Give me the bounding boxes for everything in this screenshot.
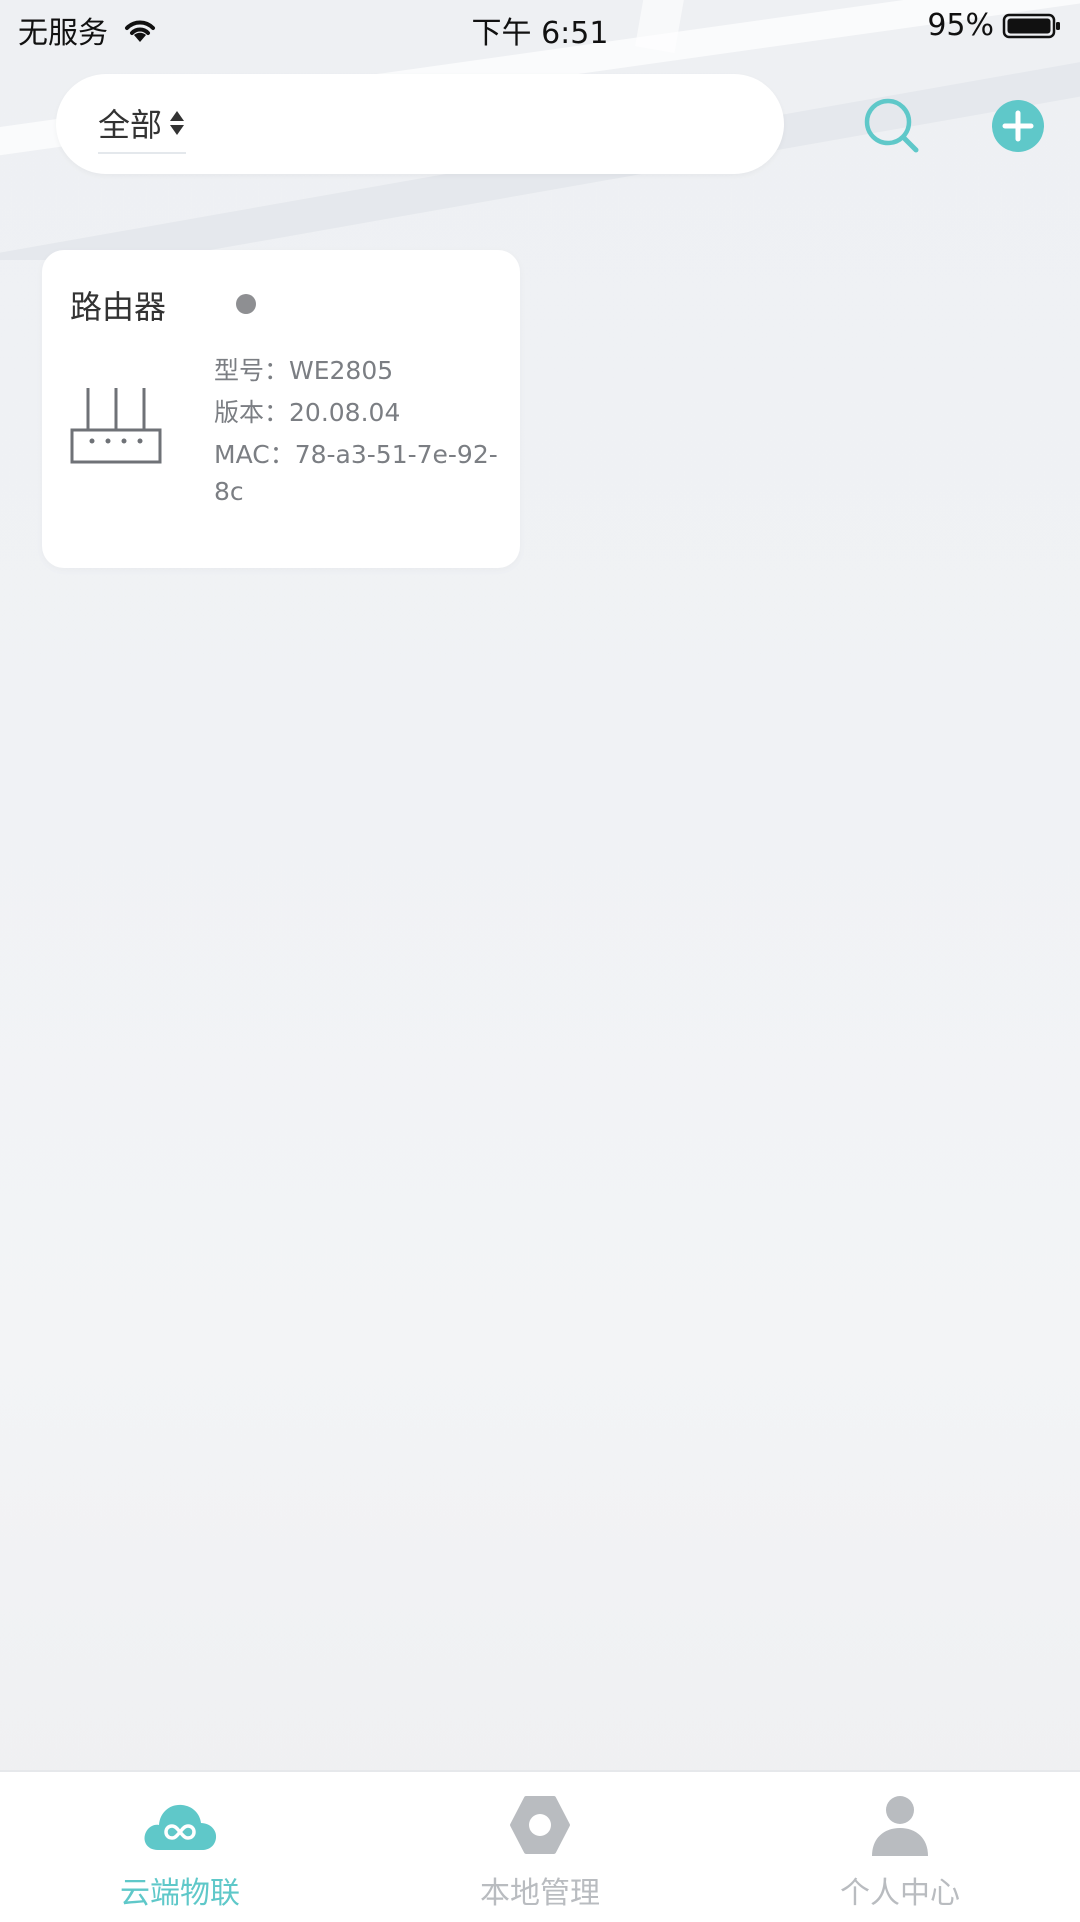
device-filter-select[interactable]: 全部 [98,100,187,154]
tab-personal-center[interactable]: 个人中心 [720,1772,1080,1922]
status-right: 95% [927,8,1062,43]
model-value: WE2805 [289,356,394,385]
tab-bar: 云端物联 本地管理 个人中心 [0,1770,1080,1922]
device-name: 路由器 [70,288,167,326]
tab-cloud-iot[interactable]: 云端物联 [0,1772,360,1922]
version-label: 版本： [214,398,290,427]
search-icon[interactable] [862,96,922,156]
status-time: 下午 6:51 [471,16,609,51]
device-model-row: 型号：WE2805 [214,350,504,392]
filter-bar: 全部 [56,74,784,174]
add-circle-icon[interactable] [988,96,1048,156]
tab-local-management[interactable]: 本地管理 [360,1772,720,1922]
tab-label: 云端物联 [120,1876,240,1911]
router-icon [70,388,162,464]
filter-label: 全部 [98,106,163,144]
battery-percent: 95% [927,8,994,43]
cloud-icon [144,1804,217,1850]
device-info: 型号：WE2805 版本：20.08.04 MAC：78-a3-51-7e-92… [214,350,504,510]
person-icon [872,1796,928,1856]
model-label: 型号： [214,356,290,385]
sort-updown-icon [170,111,185,135]
status-bar: 无服务 下午 6:51 95% [0,0,1080,54]
tab-label: 本地管理 [480,1876,600,1911]
device-card[interactable]: 路由器 型号：WE2805 版本：20.08.04 MAC：78-a3-51-7… [42,250,520,568]
device-version-row: 版本：20.08.04 [214,392,504,434]
hexagon-icon [510,1796,570,1854]
version-value: 20.08.04 [289,398,401,427]
device-status-dot [236,294,256,314]
device-mac-row: MAC：78-a3-51-7e-92-8c [214,436,504,510]
battery-icon [1002,13,1060,38]
tab-label: 个人中心 [840,1876,960,1911]
mac-label: MAC： [214,440,295,469]
